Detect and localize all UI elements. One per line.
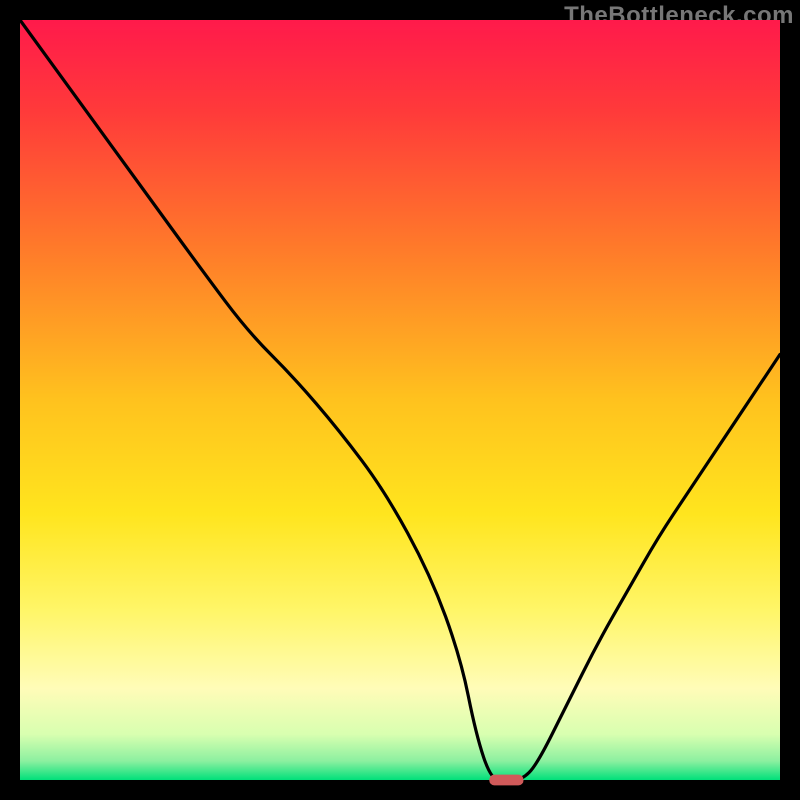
bottleneck-chart bbox=[20, 20, 780, 780]
optimum-marker bbox=[489, 775, 523, 786]
gradient-background bbox=[20, 20, 780, 780]
chart-frame: TheBottleneck.com bbox=[0, 0, 800, 800]
